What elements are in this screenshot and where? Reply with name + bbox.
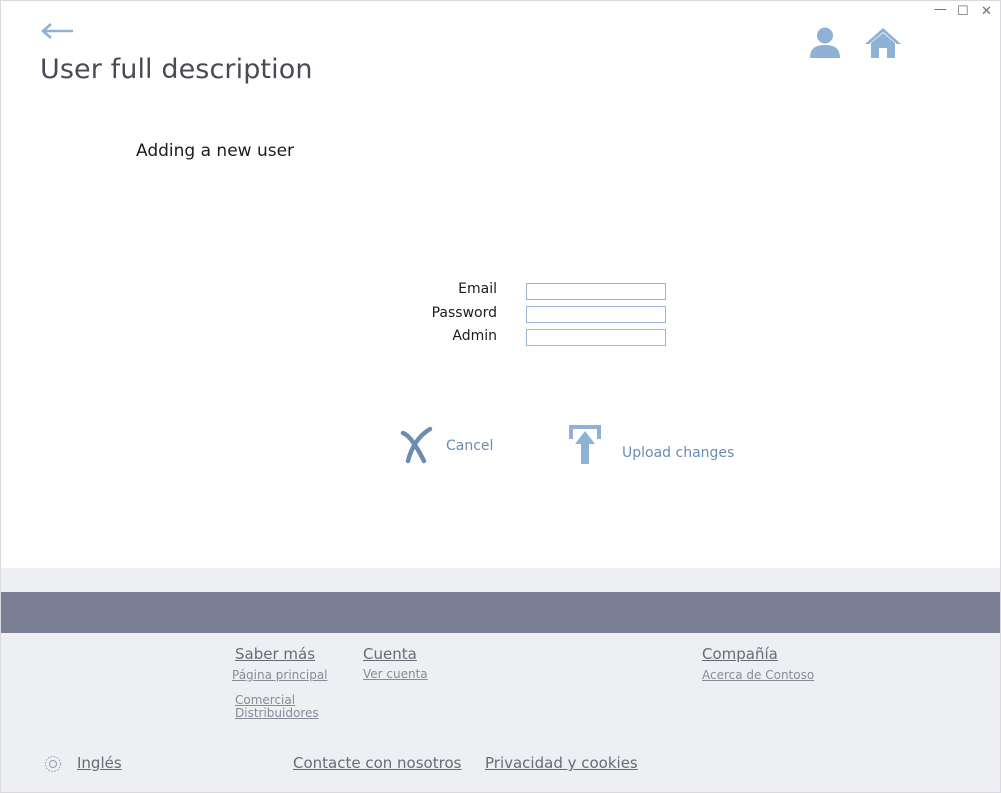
footer-band: [1, 592, 1000, 633]
form-subtitle: Adding a new user: [136, 141, 295, 161]
footer-link-pagina-principal[interactable]: Página principal: [232, 669, 328, 682]
page-title: User full description: [40, 54, 313, 85]
email-field[interactable]: [526, 283, 666, 300]
minimize-button[interactable]: —: [934, 2, 947, 17]
password-label: Password: [431, 305, 497, 321]
upload-changes-button[interactable]: Upload changes: [566, 424, 734, 471]
globe-icon: [44, 755, 62, 773]
admin-field[interactable]: [526, 329, 666, 346]
footer-link-distribuidores[interactable]: Distribuidores: [235, 707, 319, 720]
footer-heading-compania[interactable]: Compañía: [702, 645, 778, 663]
footer-link-ver-cuenta[interactable]: Ver cuenta: [363, 668, 428, 681]
footer-spacer: [1, 568, 1000, 592]
home-icon[interactable]: [864, 26, 902, 60]
footer-heading-saber-mas[interactable]: Saber más: [235, 645, 315, 663]
language-selector[interactable]: Inglés: [77, 754, 122, 772]
email-label: Email: [458, 281, 497, 297]
contact-link[interactable]: Contacte con nosotros: [293, 754, 461, 772]
admin-label: Admin: [452, 328, 497, 344]
back-arrow-icon[interactable]: [40, 20, 76, 42]
upload-icon: [566, 424, 604, 471]
upload-changes-label: Upload changes: [622, 444, 735, 461]
cancel-icon: [400, 425, 434, 470]
user-icon[interactable]: [808, 26, 842, 60]
cancel-label: Cancel: [446, 438, 494, 454]
footer-link-acerca-de-contoso[interactable]: Acerca de Contoso: [702, 669, 814, 682]
footer-heading-cuenta[interactable]: Cuenta: [363, 645, 417, 663]
cancel-button[interactable]: Cancel: [400, 425, 493, 470]
close-button[interactable]: ✕: [981, 4, 992, 19]
password-field[interactable]: [526, 306, 666, 323]
privacy-link[interactable]: Privacidad y cookies: [485, 754, 638, 772]
maximize-button[interactable]: ☐: [957, 4, 969, 19]
